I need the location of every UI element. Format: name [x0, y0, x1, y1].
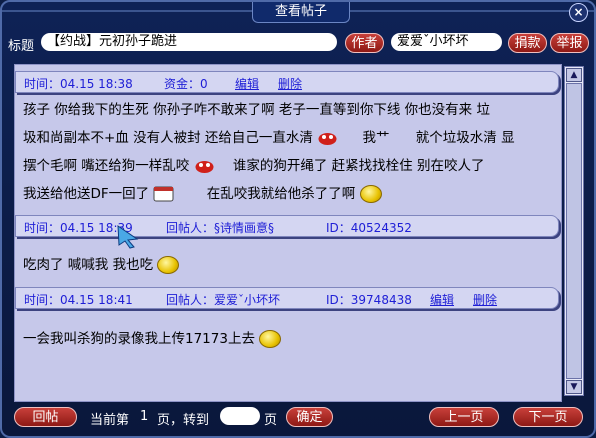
vertical-scrollbar[interactable]: ▲ ▼	[564, 66, 584, 396]
smiley-icon	[157, 256, 180, 274]
page-prefix: 当前第	[90, 413, 130, 428]
post-meta: 时间：04.15 18:39 回帖人：§诗情画意§ ID：40524352	[15, 215, 559, 237]
page-number: 1	[140, 409, 149, 424]
post-text: 在乱咬我就给他杀了了啊	[206, 186, 356, 202]
scroll-down-button[interactable]: ▼	[566, 380, 582, 394]
edit-link[interactable]: 编辑	[430, 291, 454, 308]
delete-link[interactable]: 删除	[278, 75, 302, 92]
close-icon[interactable]: ×	[569, 3, 588, 22]
post-viewer-window: 查看帖子 × 标题 【约战】元初孙子跪进 作者 爱爱ˇ小坏坏 捐款 举报 时间：…	[0, 0, 596, 438]
post-text: 摆个毛啊 嘴还给狗一样乱咬	[23, 158, 190, 174]
author-field: 爱爱ˇ小坏坏	[391, 33, 502, 51]
calendar-icon	[153, 186, 174, 202]
wand-cursor-icon	[117, 225, 139, 249]
title-label: 标题	[8, 39, 35, 54]
page-middle: 页，转到	[157, 413, 210, 428]
post-line: 摆个毛啊 嘴还给狗一样乱咬 谁家的狗开绳了 赶紧找找栓住 别在咬人了	[23, 154, 484, 174]
post-line: 一会我叫杀狗的录像我上传17173上去	[23, 327, 282, 348]
edit-link[interactable]: 编辑	[235, 75, 259, 92]
post-text: 吃肉了 喊喊我 我也吃	[23, 257, 154, 273]
post-line: 孩子 你给我下的生死 你孙子咋不敢来了啊 老子一直等到你下线 你也没有来 垃	[23, 102, 490, 118]
post-content: 时间：04.15 18:38 资金：0 编辑 删除 孩子 你给我下的生死 你孙子…	[14, 64, 562, 402]
post-header: 标题 【约战】元初孙子跪进 作者 爱爱ˇ小坏坏 捐款 举报	[2, 30, 596, 56]
post-line: 我送给他送DF一回了 在乱咬我就给他杀了了啊	[23, 182, 382, 203]
angry-crab-icon	[317, 130, 338, 146]
report-button[interactable]: 举报	[550, 33, 589, 53]
post-funds: 资金：0	[164, 77, 208, 91]
page-suffix: 页	[264, 413, 278, 428]
post-text: 一会我叫杀狗的录像我上传17173上去	[23, 331, 255, 347]
post-text: 我艹	[362, 130, 390, 146]
post-text: 就个垃圾水清 显	[415, 130, 515, 146]
post-time: 时间：04.15 18:38	[24, 77, 133, 91]
delete-link[interactable]: 删除	[473, 291, 497, 308]
smiley-icon	[359, 185, 382, 203]
window-title: 查看帖子	[252, 2, 350, 23]
post-replier: 回帖人：§诗情画意§	[166, 221, 275, 235]
next-page-button[interactable]: 下一页	[513, 407, 583, 427]
post-meta: 时间：04.15 18:41 回帖人：爱爱ˇ小坏坏 ID：39748438 编辑…	[15, 287, 559, 309]
confirm-button[interactable]: 确定	[286, 407, 333, 427]
post-text: 我送给他送DF一回了	[23, 186, 150, 202]
post-text: 谁家的狗开绳了 赶紧找找栓住 别在咬人了	[232, 158, 485, 174]
donate-button[interactable]: 捐款	[508, 33, 547, 53]
post-id: ID：40524352	[326, 221, 412, 235]
post-line: 吃肉了 喊喊我 我也吃	[23, 253, 180, 274]
prev-page-button[interactable]: 上一页	[429, 407, 499, 427]
smiley-icon	[259, 330, 282, 348]
reply-button[interactable]: 回帖	[14, 407, 77, 427]
angry-crab-icon	[194, 158, 215, 174]
post-meta: 时间：04.15 18:38 资金：0 编辑 删除	[15, 71, 559, 93]
scroll-up-button[interactable]: ▲	[566, 68, 582, 82]
author-button[interactable]: 作者	[345, 33, 384, 53]
post-replier: 回帖人：爱爱ˇ小坏坏	[166, 293, 281, 307]
title-field: 【约战】元初孙子跪进	[41, 33, 337, 51]
post-line: 圾和尚副本不+血 没有人被封 还给自己一直水清 我艹 就个垃圾水清 显	[23, 126, 515, 146]
page-input[interactable]	[220, 407, 260, 425]
post-time: 时间：04.15 18:41	[24, 293, 133, 307]
post-id: ID：39748438	[326, 293, 412, 307]
footer-bar: 回帖 当前第 1 页，转到 页 确定 上一页 下一页	[2, 404, 596, 430]
post-text: 圾和尚副本不+血 没有人被封 还给自己一直水清	[23, 130, 313, 146]
scroll-thumb[interactable]	[566, 83, 582, 379]
